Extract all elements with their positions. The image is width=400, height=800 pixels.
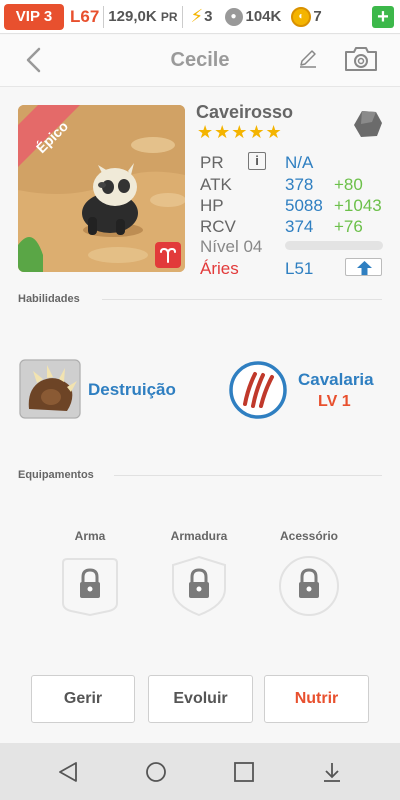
divider (181, 5, 183, 28)
nav-download-icon[interactable] (320, 760, 344, 784)
info-icon[interactable]: i (248, 152, 266, 170)
divider (114, 475, 382, 476)
vip-badge[interactable]: VIP 3 (4, 3, 64, 30)
feed-button[interactable]: Nutrir (264, 675, 369, 723)
system-nav-bar (0, 743, 400, 800)
atk-value: 378 (285, 175, 314, 194)
xp-bar (285, 241, 383, 250)
energy-counter[interactable]: ⚡ 3 (191, 6, 213, 27)
scratch-icon (229, 361, 287, 419)
element-rock-icon[interactable] (352, 108, 384, 140)
sign-label: Áries (200, 259, 239, 278)
page-title: Cecile (170, 49, 230, 71)
divider (102, 299, 382, 300)
claw-icon (19, 359, 81, 419)
equipment-section-title: Equipamentos (18, 469, 94, 481)
sign-level: L51 (285, 259, 314, 278)
rcv-label: RCV (200, 217, 236, 236)
coin-counter[interactable]: ◐ 7 (291, 6, 322, 27)
accessory-slot[interactable] (278, 555, 340, 617)
level-label: Nível 04 (200, 237, 263, 256)
pencil-icon[interactable] (296, 47, 320, 71)
aries-badge (155, 242, 181, 268)
skill-destruction-name: Destruição (88, 380, 176, 399)
skill-cavalry-level: LV 1 (318, 393, 351, 410)
pr-label: PR (200, 153, 224, 172)
nav-recents-icon[interactable] (232, 760, 256, 784)
status-bar: VIP 3 L67 129,0K PR ⚡ 3 ● 104K ◐ 7 + (0, 0, 400, 34)
skill-cavalry-name: Cavalaria (298, 370, 374, 389)
camera-icon[interactable] (344, 45, 378, 73)
nav-back-icon[interactable] (56, 760, 80, 784)
pr-value: N/A (285, 153, 314, 172)
lock-icon (80, 568, 100, 598)
hp-label: HP (200, 196, 224, 215)
divider (103, 5, 105, 28)
evolve-button[interactable]: Evoluir (148, 675, 253, 723)
skill-cavalry-icon[interactable] (228, 360, 288, 420)
paw-counter[interactable]: ● 104K (224, 7, 281, 26)
page-header: Cecile (0, 35, 400, 87)
hp-bonus: +1043 (334, 196, 382, 215)
accessory-label: Acessório (279, 529, 339, 543)
pet-portrait[interactable]: Épico (18, 105, 185, 272)
nav-home-icon[interactable] (144, 760, 168, 784)
manage-button[interactable]: Gerir (31, 675, 135, 723)
armor-label: Armadura (170, 529, 228, 543)
atk-label: ATK (200, 175, 232, 194)
pet-species: Caveirosso (196, 102, 294, 122)
player-level: L67 (70, 6, 100, 26)
upgrade-button[interactable] (345, 258, 382, 276)
aries-icon (160, 247, 176, 263)
paw-icon: ● (224, 7, 243, 26)
skills-section-title: Habilidades (18, 293, 80, 305)
add-currency-button[interactable]: + (372, 6, 394, 28)
atk-bonus: +80 (334, 175, 363, 194)
rcv-bonus: +76 (334, 217, 363, 236)
weapon-slot[interactable] (59, 555, 121, 617)
pr-amount: 129,0K PR (108, 8, 178, 25)
armor-slot[interactable] (168, 555, 230, 617)
rcv-value: 374 (285, 217, 314, 236)
lock-icon (299, 568, 319, 598)
hp-value: 5088 (285, 196, 323, 215)
lock-icon (189, 568, 209, 598)
lightning-icon: ⚡ (190, 6, 204, 26)
weapon-label: Arma (74, 529, 106, 543)
skill-destruction-icon[interactable] (19, 359, 81, 419)
coin-icon: ◐ (291, 6, 312, 27)
star-rating: ★★★★★ (197, 122, 283, 142)
up-arrow-icon (357, 261, 372, 275)
